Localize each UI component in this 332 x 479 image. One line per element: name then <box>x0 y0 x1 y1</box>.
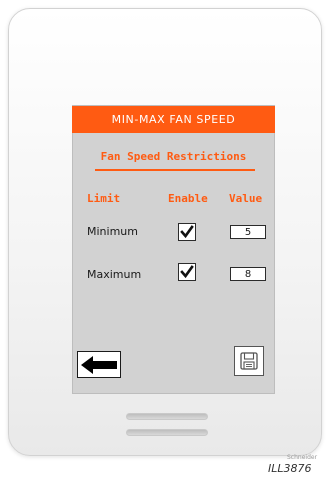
back-button[interactable] <box>77 351 121 378</box>
floppy-disk-icon <box>240 352 258 370</box>
thermostat-device: MIN-MAX FAN SPEED Fan Speed Restrictions… <box>8 8 322 456</box>
speaker-grille-top <box>126 413 208 420</box>
column-header-enable: Enable <box>168 192 208 205</box>
maximum-value-field[interactable]: 8 <box>230 267 266 281</box>
column-header-value: Value <box>229 192 263 205</box>
screen-title: MIN-MAX FAN SPEED <box>72 106 275 133</box>
minimum-enable-checkbox[interactable] <box>178 223 196 241</box>
column-header-limit: Limit <box>87 192 121 205</box>
checkmark-icon <box>180 225 194 239</box>
minimum-value-field[interactable]: 5 <box>230 225 266 239</box>
subtitle-underline <box>95 169 255 171</box>
brand-logo: Schneider <box>287 454 318 461</box>
left-arrow-icon <box>81 355 117 374</box>
illustration-reference: ILL3876 <box>268 462 312 475</box>
section-subtitle: Fan Speed Restrictions <box>100 150 247 163</box>
maximum-enable-checkbox[interactable] <box>178 263 196 281</box>
speaker-grille-bottom <box>126 429 208 436</box>
touch-screen: MIN-MAX FAN SPEED Fan Speed Restrictions… <box>72 105 275 394</box>
save-button[interactable] <box>234 346 264 376</box>
minimum-label: Minimum <box>87 225 138 238</box>
checkmark-icon <box>180 265 194 279</box>
maximum-label: Maximum <box>87 268 142 281</box>
